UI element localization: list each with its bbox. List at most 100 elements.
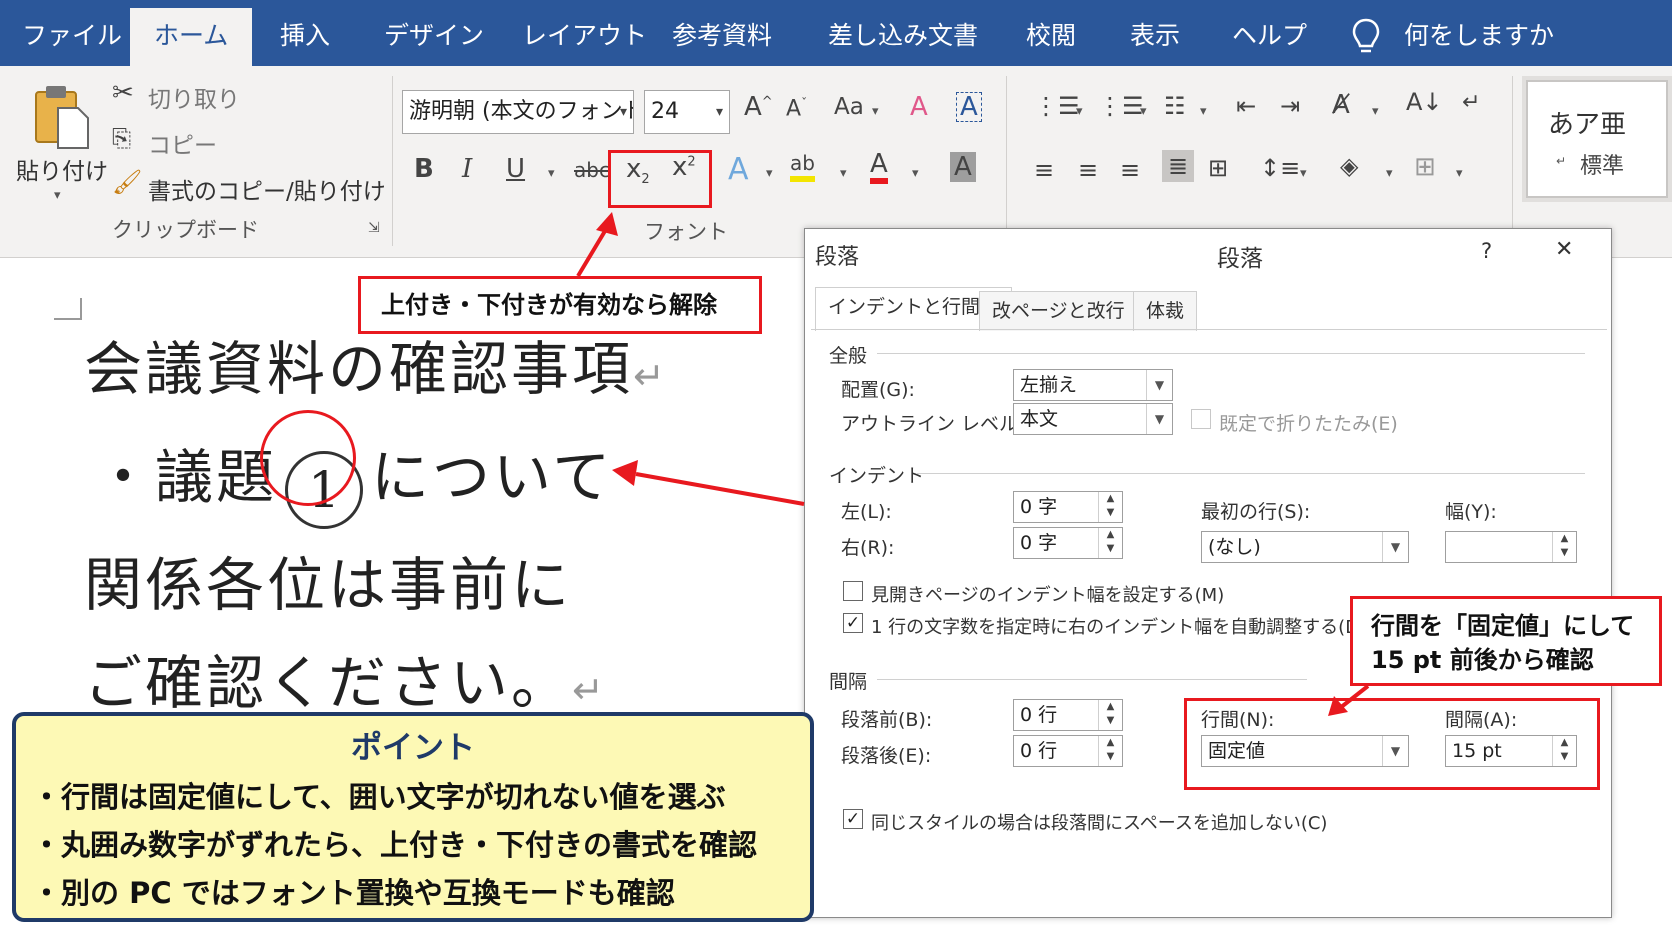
- copy-button[interactable]: コピー: [148, 126, 217, 160]
- tell-me-search[interactable]: 何をしますか: [1404, 0, 1554, 66]
- line-spacing-icon[interactable]: ↕≡: [1260, 154, 1300, 182]
- doc-line-2-suffix: について: [371, 443, 614, 511]
- chevron-down-icon: ▼: [1382, 532, 1408, 562]
- distributed-icon[interactable]: ⊞: [1208, 154, 1228, 182]
- justify-icon[interactable]: ≣: [1162, 150, 1195, 182]
- chevron-down-icon[interactable]: ▾: [1372, 104, 1379, 119]
- indent-width-spinner[interactable]: ▲ ▼: [1445, 531, 1577, 563]
- sort-icon[interactable]: A↓: [1406, 88, 1443, 116]
- format-painter-button[interactable]: 書式のコピー/貼り付け: [148, 172, 386, 206]
- underline-icon[interactable]: U: [506, 154, 525, 184]
- margin-corner-mark: [54, 298, 82, 320]
- spinner-arrows-icon[interactable]: ▲ ▼: [1552, 532, 1576, 562]
- tab-review[interactable]: 校閲: [1026, 0, 1076, 66]
- tab-help[interactable]: ヘルプ: [1232, 0, 1307, 66]
- space-after-spinner[interactable]: 0 行 ▲ ▼: [1013, 735, 1123, 767]
- tab-line-page-breaks[interactable]: 改ページと改行: [979, 291, 1138, 331]
- cut-button[interactable]: 切り取り: [148, 80, 240, 114]
- paste-button[interactable]: 貼り付け: [16, 152, 108, 186]
- tab-insert[interactable]: 挿入: [280, 0, 330, 66]
- shading-icon[interactable]: ◈: [1340, 152, 1358, 180]
- align-center-icon[interactable]: ≡: [1078, 156, 1098, 184]
- lightbulb-icon[interactable]: [1352, 18, 1380, 56]
- chevron-down-icon[interactable]: ▾: [1076, 104, 1083, 119]
- doc-line-1[interactable]: 会議資料の確認事項↵: [84, 322, 668, 406]
- increase-indent-icon[interactable]: ⇥: [1280, 92, 1300, 120]
- chevron-down-icon[interactable]: ▾: [912, 166, 919, 181]
- tab-mailings[interactable]: 差し込み文書: [828, 0, 978, 66]
- indent-right-spinner[interactable]: 0 字 ▲ ▼: [1013, 527, 1123, 559]
- alignment-label: 配置(G):: [841, 379, 915, 401]
- copy-icon[interactable]: ⎘: [112, 124, 131, 152]
- change-case-icon[interactable]: Aa: [834, 94, 864, 120]
- space-before-spinner[interactable]: 0 行 ▲ ▼: [1013, 699, 1123, 731]
- chevron-down-icon[interactable]: ▾: [1300, 166, 1307, 181]
- section-line: [877, 353, 1585, 354]
- spinner-arrows-icon[interactable]: ▲ ▼: [1098, 492, 1122, 522]
- tab-design[interactable]: デザイン: [384, 0, 484, 66]
- alignment-select[interactable]: 左揃え ▼: [1013, 369, 1173, 401]
- scissors-icon[interactable]: ✂: [112, 78, 134, 108]
- grow-font-icon[interactable]: A^: [744, 92, 773, 122]
- bullets-icon[interactable]: ⋮☰: [1034, 92, 1080, 120]
- outline-level-value: 本文: [1020, 408, 1059, 430]
- font-name-combo[interactable]: 游明朝 (本文のフォント ▾: [402, 90, 634, 134]
- chevron-down-icon[interactable]: ▾: [548, 166, 555, 181]
- italic-icon[interactable]: I: [462, 154, 472, 184]
- tab-file[interactable]: ファイル: [22, 0, 122, 66]
- tab-references[interactable]: 参考資料: [672, 0, 772, 66]
- indent-left-spinner[interactable]: 0 字 ▲ ▼: [1013, 491, 1123, 523]
- numbering-icon[interactable]: ⋮☰: [1098, 92, 1144, 120]
- paste-dropdown-icon[interactable]: ▾: [54, 188, 61, 203]
- chevron-down-icon[interactable]: ▾: [1200, 104, 1207, 119]
- strikethrough-icon[interactable]: abc: [574, 158, 610, 182]
- callout-line-spacing-line1: 行間を「固定値」にして: [1371, 612, 1635, 640]
- tab-home[interactable]: ホーム: [130, 8, 253, 66]
- spinner-arrows-icon[interactable]: ▲ ▼: [1098, 736, 1122, 766]
- show-marks-icon[interactable]: ↵: [1462, 90, 1480, 115]
- tab-view[interactable]: 表示: [1130, 0, 1180, 66]
- highlight-icon[interactable]: ab: [790, 150, 815, 182]
- style-gallery-standard[interactable]: あア亜 ↵ 標準: [1522, 76, 1672, 202]
- return-mark: ↵: [572, 668, 607, 712]
- circled-number-highlight: [260, 410, 356, 506]
- character-shading-icon[interactable]: A: [950, 152, 976, 182]
- group-separator: [1512, 76, 1513, 246]
- paste-icon[interactable]: [34, 84, 90, 150]
- decrease-indent-icon[interactable]: ⇤: [1236, 92, 1256, 120]
- shrink-font-icon[interactable]: Aˇ: [786, 96, 807, 121]
- doc-line-4[interactable]: ご確認ください。↵: [84, 636, 607, 720]
- chevron-down-icon[interactable]: ▾: [766, 166, 773, 181]
- clipboard-launcher-icon[interactable]: ⇲: [368, 220, 380, 236]
- chevron-down-icon[interactable]: ▾: [1140, 104, 1147, 119]
- spinner-arrows-icon[interactable]: ▲ ▼: [1098, 700, 1122, 730]
- first-line-select[interactable]: (なし) ▼: [1201, 531, 1409, 563]
- align-right-icon[interactable]: ≡: [1120, 156, 1140, 184]
- clear-formatting-icon[interactable]: A: [910, 92, 928, 122]
- format-painter-icon[interactable]: 🖌: [112, 168, 142, 196]
- multilevel-list-icon[interactable]: ☷: [1164, 92, 1186, 120]
- tab-layout[interactable]: レイアウト: [522, 0, 647, 66]
- chevron-down-icon[interactable]: ▾: [840, 166, 847, 181]
- doc-line-3[interactable]: 関係各位は事前に: [84, 538, 572, 622]
- borders-icon[interactable]: ⊞: [1414, 152, 1436, 182]
- auto-adjust-checkbox[interactable]: ✓: [843, 613, 863, 633]
- mirror-indents-checkbox[interactable]: [843, 581, 863, 601]
- align-left-icon[interactable]: ≡: [1034, 156, 1054, 184]
- text-direction-icon[interactable]: Ⱥ: [1332, 90, 1350, 120]
- outline-level-select[interactable]: 本文 ▼: [1013, 403, 1173, 435]
- chevron-down-icon[interactable]: ▾: [1386, 166, 1393, 181]
- help-button[interactable]: ?: [1481, 239, 1492, 263]
- font-color-icon[interactable]: A: [870, 150, 888, 184]
- no-space-same-style-checkbox[interactable]: ✓: [843, 809, 863, 829]
- chevron-down-icon[interactable]: ▾: [1456, 166, 1463, 181]
- bold-icon[interactable]: B: [414, 154, 434, 184]
- collapsed-checkbox[interactable]: [1191, 409, 1211, 429]
- close-button[interactable]: ✕: [1555, 237, 1573, 262]
- chevron-down-icon[interactable]: ▾: [872, 104, 879, 119]
- tab-asian-typography[interactable]: 体裁: [1133, 291, 1198, 331]
- phonetic-guide-icon[interactable]: A: [956, 92, 982, 122]
- font-size-combo[interactable]: 24 ▾: [644, 90, 730, 134]
- spinner-arrows-icon[interactable]: ▲ ▼: [1098, 528, 1122, 558]
- text-effects-icon[interactable]: A: [728, 152, 749, 187]
